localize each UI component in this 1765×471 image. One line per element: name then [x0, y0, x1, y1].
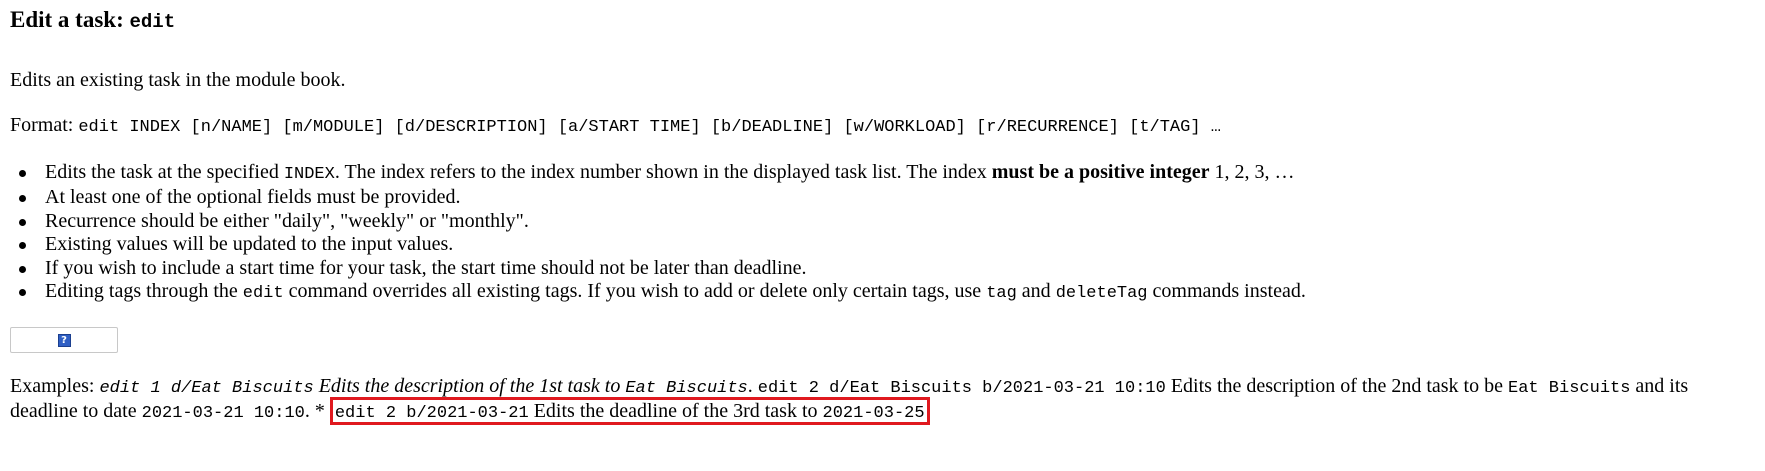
format-syntax-code: edit INDEX [n/NAME] [m/MODULE] [d/DESCRI… [78, 118, 1221, 137]
rule-tags-text-b: command overrides all existing tags. If … [283, 280, 987, 303]
edit-code: edit [242, 284, 284, 304]
positive-integer-emphasis: must be a positive integer [991, 161, 1210, 183]
example-3-command: edit 2 b/2021-03-21 [334, 404, 529, 424]
format-paragraph: Format: edit INDEX [n/NAME] [m/MODULE] [… [10, 114, 1755, 139]
delete-tag-code: deleteTag [1055, 284, 1148, 304]
heading-text: Edit a task: [10, 7, 130, 32]
rule-tags-text-c: and [1016, 280, 1056, 303]
rule-optional-fields: At least one of the optional fields must… [19, 186, 1755, 209]
rule-recurrence: Recurrence should be either "daily", "we… [19, 210, 1755, 233]
broken-image-icon: ? [57, 333, 71, 347]
rule-index: Edits the task at the specified INDEX. T… [19, 161, 1755, 186]
broken-image-placeholder: ? [10, 327, 118, 354]
example-2-end: . * [304, 400, 330, 423]
format-label: Format: [10, 114, 79, 136]
user-guide-section: Edit a task: edit Edits an existing task… [10, 6, 1755, 426]
example-1-value: Eat Biscuits [625, 379, 748, 399]
example-1-description: Edits the description of the 1st task to [313, 375, 626, 398]
rule-tags-text-a: Editing tags through the [45, 280, 243, 303]
example-2-value: Eat Biscuits [1508, 379, 1631, 399]
example-2-description: Edits the description of the 2nd task to… [1165, 375, 1508, 398]
rule-tags-text-d: commands instead. [1147, 280, 1306, 303]
heading-command-code: edit [129, 11, 176, 33]
rule-tags: Editing tags through the edit command ov… [19, 280, 1755, 305]
intro-paragraph: Edits an existing task in the module boo… [10, 69, 346, 91]
example-1: edit 1 d/Eat Biscuits Edits the descript… [99, 375, 748, 399]
rule-start-time: If you wish to include a start time for … [19, 257, 1755, 280]
section-heading: Edit a task: edit [10, 6, 1755, 36]
example-2-date: 2021-03-21 10:10 [141, 404, 305, 424]
examples-label: Examples: [10, 375, 100, 398]
example-3-date: 2021-03-25 [822, 404, 925, 424]
rule-index-text-c: 1, 2, 3, … [1209, 161, 1295, 183]
example-1-end: . [747, 375, 753, 398]
examples-paragraph: Examples: edit 1 d/Eat Biscuits Edits th… [10, 375, 1755, 426]
rule-existing-values: Existing values will be updated to the i… [19, 233, 1755, 256]
example-3-description: Edits the deadline of the 3rd task to [528, 400, 823, 423]
highlighted-example-3: edit 2 b/2021-03-21 Edits the deadline o… [329, 397, 930, 426]
rule-index-text-b: . The index refers to the index number s… [334, 161, 992, 183]
example-2-command: edit 2 d/Eat Biscuits b/2021-03-21 10:10 [757, 379, 1166, 399]
rule-index-text-a: Edits the task at the specified [45, 161, 284, 183]
example-1-command: edit 1 d/Eat Biscuits [99, 379, 314, 399]
tag-code: tag [986, 284, 1017, 304]
index-code: INDEX [283, 165, 335, 184]
rules-list: Edits the task at the specified INDEX. T… [10, 161, 1755, 305]
